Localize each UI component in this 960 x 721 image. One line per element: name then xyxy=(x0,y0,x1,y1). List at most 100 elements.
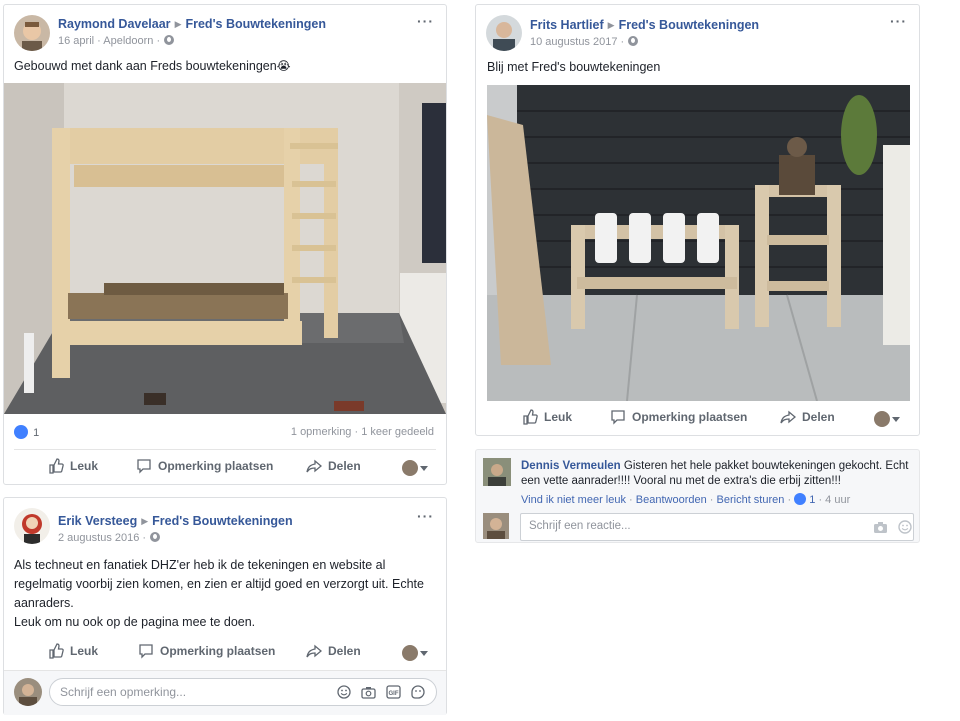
post-date[interactable]: 2 augustus 2016 xyxy=(58,532,139,544)
avatar-frits[interactable] xyxy=(486,15,522,51)
author-name[interactable]: Raymond Davelaar xyxy=(58,17,171,31)
comments-count-link[interactable]: 1 opmerking xyxy=(291,426,352,438)
comment-icon xyxy=(139,644,153,659)
divider xyxy=(14,449,436,450)
post-date[interactable]: 10 augustus 2017 xyxy=(530,36,617,48)
shares-count-link[interactable]: 1 keer gedeeld xyxy=(361,426,434,438)
author-name[interactable]: Frits Hartlief xyxy=(530,18,604,32)
arrow-right-icon: ▶ xyxy=(141,516,149,526)
avatar-erik[interactable] xyxy=(14,508,50,544)
post-text-line1: Als techneut en fanatiek DHZ'er heb ik d… xyxy=(14,558,386,572)
sticker-icon[interactable] xyxy=(411,685,425,699)
globe-icon xyxy=(628,36,639,46)
reply-input[interactable]: Schrijf een reactie... xyxy=(520,513,914,541)
post-meta: 16 april · Apeldoorn · xyxy=(58,35,175,47)
post-options-button[interactable]: ··· xyxy=(890,13,907,29)
comment-icon xyxy=(137,459,151,474)
post-text-line4: Leuk om nu ook op de pagina mee te doen. xyxy=(14,615,256,629)
page-avatar-mini[interactable] xyxy=(402,460,418,476)
comment-icon xyxy=(611,410,625,425)
page-avatar-mini[interactable] xyxy=(874,411,890,427)
reaction-summary[interactable]: 1 xyxy=(14,425,39,439)
like-button[interactable]: Leuk xyxy=(522,409,572,425)
divider xyxy=(14,634,436,635)
thumbs-up-icon xyxy=(523,409,538,425)
page-name[interactable]: Fred's Bouwtekeningen xyxy=(152,514,293,528)
post-text-line3: aanraders. xyxy=(14,596,74,610)
share-button[interactable]: Delen xyxy=(306,643,361,659)
arrow-right-icon: ▶ xyxy=(607,20,615,30)
post-card-frits: Frits Hartlief ▶ Fred's Bouwtekeningen 10 … xyxy=(475,4,920,436)
comment-time[interactable]: 4 uur xyxy=(825,494,850,506)
gif-icon[interactable]: GIF xyxy=(386,685,401,699)
post-text-body: Gebouwd met dank aan Freds bouwtekeninge… xyxy=(14,59,277,73)
post-card-erik: Erik Versteeg ▶ Fred's Bouwtekeningen 2 au… xyxy=(3,497,447,715)
camera-icon[interactable] xyxy=(361,686,376,699)
post-text-line2: regelmatig voorbij zien komen, en zien e… xyxy=(14,577,424,591)
comment-text-line1: Gisteren het hele pakket bouwtekeningen … xyxy=(623,460,909,472)
comment-like-count: 1 xyxy=(809,494,816,506)
comment-button[interactable]: Opmerking plaatsen xyxy=(138,643,275,659)
avatar-raymond[interactable] xyxy=(14,15,50,51)
comment-body: Dennis Vermeulen Gisteren het hele pakke… xyxy=(521,459,911,489)
chevron-down-icon[interactable] xyxy=(892,417,900,422)
globe-icon xyxy=(164,35,175,45)
post-options-button[interactable]: ··· xyxy=(417,13,434,29)
comment-button[interactable]: Opmerking plaatsen xyxy=(136,458,273,474)
author-name[interactable]: Erik Versteeg xyxy=(58,514,137,528)
arrow-right-icon: ▶ xyxy=(174,19,182,29)
post-photo-shelves[interactable] xyxy=(487,85,910,401)
page-avatar-mini[interactable] xyxy=(402,645,418,661)
camera-icon[interactable] xyxy=(873,521,888,534)
share-arrow-icon xyxy=(780,410,796,424)
post-meta: 10 augustus 2017 · xyxy=(530,36,639,48)
chevron-down-icon[interactable] xyxy=(420,651,428,656)
post-author-line: Erik Versteeg ▶ Fred's Bouwtekeningen xyxy=(58,514,293,528)
like-button[interactable]: Leuk xyxy=(48,643,98,659)
share-label: Delen xyxy=(802,410,835,424)
comment-label: Opmerking plaatsen xyxy=(160,644,276,658)
comment-button[interactable]: Opmerking plaatsen xyxy=(610,409,747,425)
emoji-icon[interactable] xyxy=(337,685,351,699)
divider xyxy=(486,405,909,406)
svg-text:GIF: GIF xyxy=(389,691,399,697)
share-label: Delen xyxy=(328,644,361,658)
page-name[interactable]: Fred's Bouwtekeningen xyxy=(185,17,326,31)
reply-placeholder: Schrijf een reactie... xyxy=(529,520,631,532)
globe-icon xyxy=(150,532,161,542)
page-name[interactable]: Fred's Bouwtekeningen xyxy=(619,18,760,32)
thumbs-up-icon xyxy=(49,643,64,659)
post-card-raymond: Raymond Davelaar ▶ Fred's Bouwtekeningen 1… xyxy=(3,4,447,485)
share-button[interactable]: Delen xyxy=(306,458,361,474)
post-meta: 2 augustus 2016 · xyxy=(58,532,161,544)
comment-author[interactable]: Dennis Vermeulen xyxy=(521,460,621,472)
like-label: Leuk xyxy=(70,644,99,658)
send-message-link[interactable]: Bericht sturen xyxy=(717,494,785,506)
like-button[interactable]: Leuk xyxy=(48,458,98,474)
share-button[interactable]: Delen xyxy=(780,409,835,425)
post-photo-bunk-bed[interactable] xyxy=(4,83,446,414)
like-label: Leuk xyxy=(544,410,573,424)
emoji-icon[interactable] xyxy=(898,520,912,534)
comment-input[interactable]: Schrijf een opmerking... xyxy=(49,678,437,706)
reaction-count: 1 xyxy=(33,427,40,439)
comment-section: Dennis Vermeulen Gisteren het hele pakke… xyxy=(475,449,920,543)
comment-actions: Vind ik niet meer leuk · Beantwoorden · … xyxy=(521,493,851,506)
post-options-button[interactable]: ··· xyxy=(417,508,434,524)
avatar-current-user xyxy=(14,678,42,706)
comment-placeholder: Schrijf een opmerking... xyxy=(60,685,187,699)
thumbs-up-icon xyxy=(49,458,64,474)
post-text: Als techneut en fanatiek DHZ'er heb ik d… xyxy=(14,556,424,632)
like-reaction-icon[interactable] xyxy=(794,493,807,505)
post-author-line: Frits Hartlief ▶ Fred's Bouwtekeningen xyxy=(530,18,759,32)
avatar-dennis[interactable] xyxy=(483,458,511,486)
comment-label: Opmerking plaatsen xyxy=(158,459,274,473)
like-reaction-icon xyxy=(14,425,28,439)
reply-link[interactable]: Beantwoorden xyxy=(636,494,707,506)
share-arrow-icon xyxy=(306,644,322,658)
post-location[interactable]: Apeldoorn xyxy=(103,35,153,47)
post-date[interactable]: 16 april xyxy=(58,35,94,47)
post-text: Blij met Fred's bouwtekeningen xyxy=(487,60,661,74)
chevron-down-icon[interactable] xyxy=(420,466,428,471)
unlike-link[interactable]: Vind ik niet meer leuk xyxy=(521,494,626,506)
